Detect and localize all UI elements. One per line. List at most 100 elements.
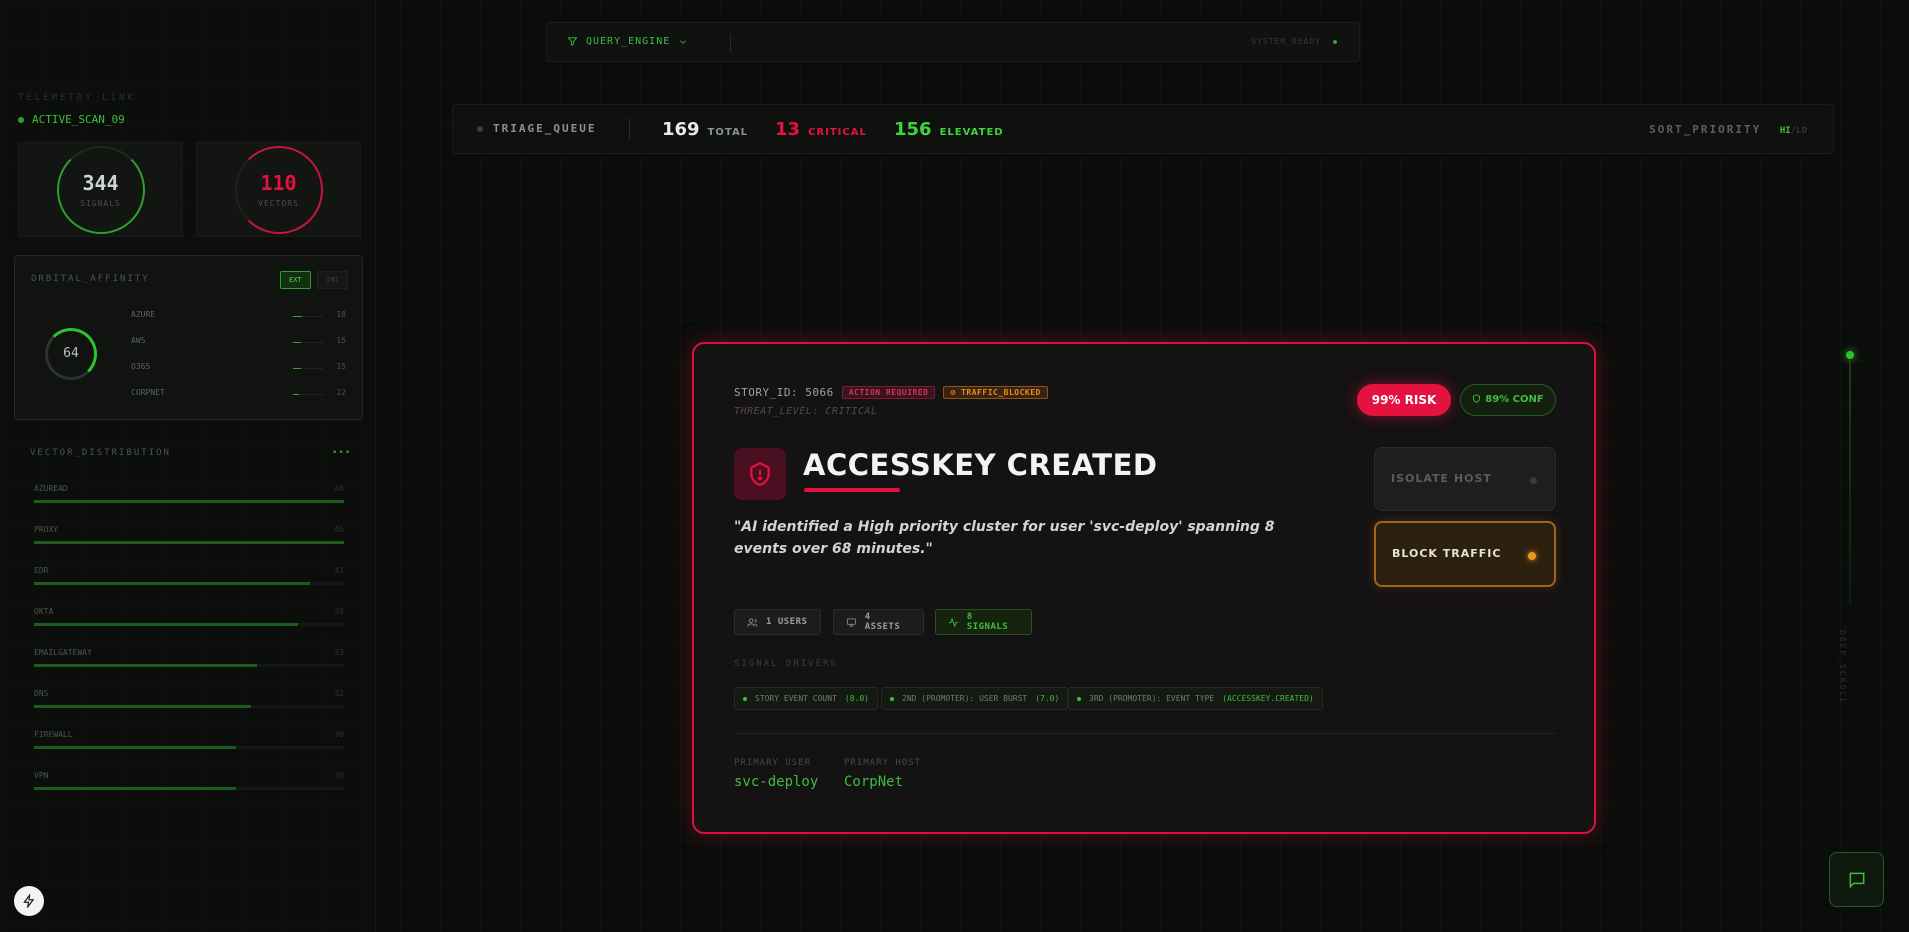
signal-driver: 3RD (PROMOTER): EVENT TYPE (ACCESSKEY.CR… bbox=[1068, 687, 1323, 710]
orbital-row-value: 18 bbox=[336, 310, 346, 319]
assets-chip[interactable]: 4 ASSETS bbox=[833, 609, 924, 635]
query-engine-label: QUERY_ENGINE bbox=[586, 36, 671, 47]
story-summary: "AI identified a High priority cluster f… bbox=[734, 519, 1275, 557]
signal-driver: 2ND (PROMOTER): USER BURST (7.0) bbox=[881, 687, 1069, 710]
driver-value: (ACCESSKEY.CREATED) bbox=[1222, 694, 1314, 703]
status-dot-icon bbox=[1333, 39, 1337, 44]
signals-chip[interactable]: 8 SIGNALS bbox=[935, 609, 1032, 635]
vector-row-name: AZUREAD bbox=[34, 484, 68, 493]
critical-label: CRITICAL bbox=[808, 127, 867, 138]
scan-status: ACTIVE_SCAN_09 bbox=[18, 113, 125, 126]
critical-stat: 13 CRITICAL bbox=[775, 119, 867, 140]
orbital-row-bar bbox=[293, 368, 323, 369]
triage-queue-bar: TRIAGE_QUEUE 169 TOTAL 13 CRITICAL 156 E… bbox=[452, 104, 1834, 154]
vector-distribution-row: FIREWALL 30 bbox=[34, 730, 344, 756]
vector-distribution-row: DNS 32 bbox=[34, 689, 344, 715]
driver-dot-icon bbox=[743, 696, 747, 701]
orbital-row: CORPNET 12 bbox=[131, 388, 346, 402]
sort-hi-option[interactable]: HI bbox=[1780, 126, 1791, 136]
dots-icon[interactable]: ••• bbox=[332, 448, 351, 458]
orbital-row: AWS 15 bbox=[131, 336, 346, 350]
confidence-text: 89% CONF bbox=[1485, 394, 1544, 405]
sort-lo-option[interactable]: LO bbox=[1796, 126, 1807, 136]
vector-distribution-row: VPN 30 bbox=[34, 771, 344, 797]
indicator-dot-icon bbox=[1528, 552, 1536, 560]
divider bbox=[629, 118, 630, 140]
driver-dot-icon bbox=[890, 696, 894, 701]
title-underline bbox=[804, 488, 900, 492]
vectors-value: 110 bbox=[260, 171, 297, 195]
confidence-badge: 89% CONF bbox=[1460, 384, 1556, 416]
toggle-ext-button[interactable]: EXT bbox=[280, 271, 311, 289]
vector-distribution-title: VECTOR_DISTRIBUTION bbox=[30, 448, 171, 458]
vector-row-bar bbox=[34, 664, 344, 667]
shield-alert-icon bbox=[734, 448, 786, 500]
vector-row-value: 30 bbox=[334, 730, 344, 739]
sort-priority-label: SORT_PRIORITY bbox=[1649, 123, 1762, 136]
vector-row-value: 30 bbox=[334, 771, 344, 780]
total-label: TOTAL bbox=[707, 127, 749, 138]
story-card[interactable]: STORY_ID: 5066 ACTION REQUIRED ⊘ TRAFFIC… bbox=[692, 342, 1596, 834]
scroll-rail[interactable] bbox=[1849, 359, 1851, 605]
primary-user-value[interactable]: svc-deploy bbox=[734, 774, 818, 790]
query-engine-dropdown[interactable]: QUERY_ENGINE bbox=[567, 36, 688, 47]
vector-row-bar bbox=[34, 746, 344, 749]
status-dot-icon bbox=[477, 125, 483, 132]
orbital-affinity-panel: ORBITAL_AFFINITY EXT INT 64 AZURE 18 AWS 15… bbox=[14, 255, 363, 420]
vector-row-value: 41 bbox=[334, 566, 344, 575]
vector-row-bar bbox=[34, 500, 344, 503]
chevron-down-icon bbox=[680, 39, 687, 44]
primary-user-label: PRIMARY USER bbox=[734, 758, 812, 768]
status-dot-icon bbox=[18, 116, 24, 123]
assets-chip-label: 4 ASSETS bbox=[864, 612, 901, 632]
elevated-value: 156 bbox=[894, 119, 932, 140]
users-chip-label: 1 USERS bbox=[766, 617, 808, 627]
signals-stat-card: 344 SIGNALS bbox=[18, 142, 183, 237]
vector-row-value: 39 bbox=[334, 607, 344, 616]
orbital-row-bar bbox=[293, 394, 323, 395]
vector-row-bar bbox=[34, 582, 344, 585]
vector-distribution-row: EMAILGATEWAY 33 bbox=[34, 648, 344, 674]
triage-queue-label: TRIAGE_QUEUE bbox=[477, 122, 596, 135]
vector-row-name: FIREWALL bbox=[34, 730, 73, 739]
driver-dot-icon bbox=[1077, 696, 1081, 701]
signal-driver: STORY EVENT COUNT (8.0) bbox=[734, 687, 878, 710]
traffic-blocked-badge: ⊘ TRAFFIC_BLOCKED bbox=[943, 386, 1048, 399]
vector-row-value: 32 bbox=[334, 689, 344, 698]
vector-row-bar bbox=[34, 787, 344, 790]
deep-scroll-label: DEEP_SCROLL bbox=[1838, 630, 1847, 705]
query-bar: QUERY_ENGINE SYSTEM_READY bbox=[546, 22, 1360, 62]
orbital-row-value: 15 bbox=[336, 336, 346, 345]
vector-row-name: DNS bbox=[34, 689, 49, 698]
telemetry-label: TELEMETRY_LINK bbox=[18, 93, 136, 103]
vector-row-name: OKTA bbox=[34, 607, 54, 616]
toggle-int-button[interactable]: INT bbox=[317, 271, 348, 289]
orbital-row-value: 12 bbox=[336, 388, 346, 397]
orbital-row-bar bbox=[293, 316, 323, 317]
block-traffic-label: BLOCK TRAFFIC bbox=[1392, 547, 1502, 560]
vector-row-bar bbox=[34, 541, 344, 544]
scroll-position-dot-icon[interactable] bbox=[1846, 351, 1854, 359]
vector-row-value: 46 bbox=[334, 484, 344, 493]
chat-button[interactable] bbox=[1829, 852, 1884, 907]
signals-label: SIGNALS bbox=[80, 199, 121, 208]
orbital-row-name: O365 bbox=[131, 362, 151, 371]
bolt-icon[interactable] bbox=[14, 886, 44, 916]
system-status-text: SYSTEM_READY bbox=[1251, 37, 1321, 46]
block-traffic-button[interactable]: BLOCK TRAFFIC bbox=[1374, 521, 1556, 587]
total-value: 169 bbox=[662, 119, 700, 140]
isolate-host-button[interactable]: ISOLATE HOST bbox=[1374, 447, 1556, 511]
affinity-ring-value: 64 bbox=[63, 346, 79, 361]
vector-row-value: 33 bbox=[334, 648, 344, 657]
primary-host-value[interactable]: CorpNet bbox=[844, 774, 903, 790]
users-icon bbox=[747, 617, 758, 627]
threat-level: THREAT_LEVEL: CRITICAL bbox=[734, 406, 878, 417]
users-chip[interactable]: 1 USERS bbox=[734, 609, 821, 635]
sort-priority-toggle[interactable]: SORT_PRIORITY HI/LO bbox=[1649, 123, 1807, 136]
story-id: STORY_ID: 5066 bbox=[734, 386, 834, 399]
vector-distribution-row: OKTA 39 bbox=[34, 607, 344, 633]
elevated-label: ELEVATED bbox=[939, 127, 1004, 138]
divider bbox=[730, 34, 731, 52]
orbital-title: ORBITAL_AFFINITY bbox=[31, 274, 150, 284]
driver-label: STORY EVENT COUNT bbox=[755, 694, 837, 703]
